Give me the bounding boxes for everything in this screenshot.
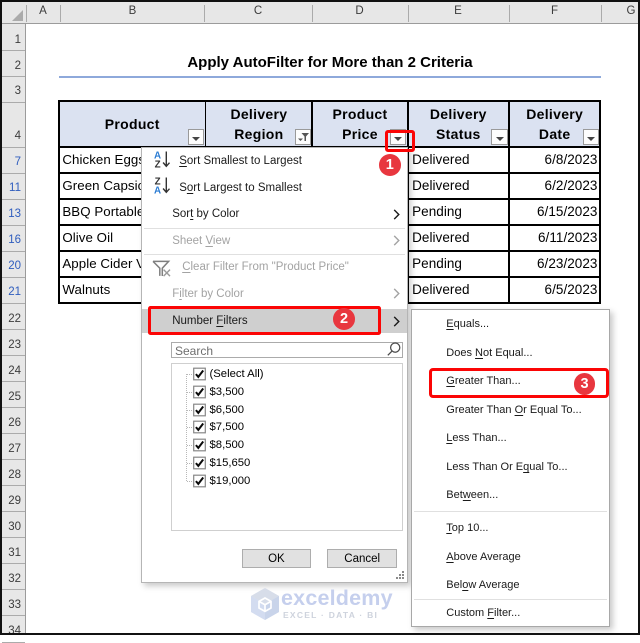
svg-text:A: A: [154, 186, 161, 195]
svg-text:Z: Z: [154, 159, 160, 168]
